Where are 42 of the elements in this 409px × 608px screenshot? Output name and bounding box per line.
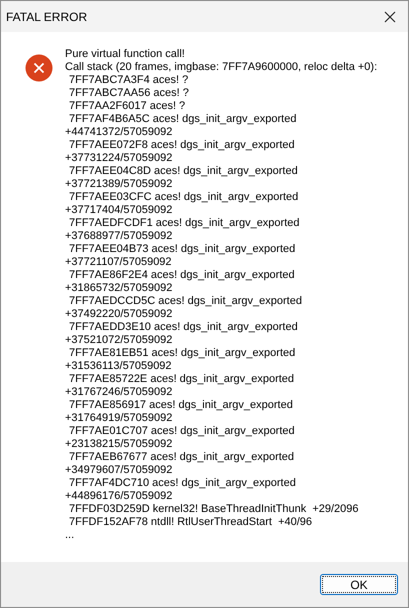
message-line: +31865732/57059092 — [65, 282, 174, 295]
message-line: 7FF7ABC7A3F4 aces! ? — [68, 74, 190, 87]
message-line: +37721389/57059092 — [65, 178, 174, 191]
message-line: 7FF7AEDD3E10 aces! dgs_init_argv_exported — [68, 321, 299, 334]
message-line: 7FF7AEE04B73 aces! dgs_init_argv_exported — [68, 243, 296, 256]
message-line: +23138215/57059092 — [65, 438, 174, 451]
message-line: 7FF7AEE04C8D aces! dgs_init_argv_exported — [68, 165, 299, 178]
message-line: 7FF7AA2F6017 aces! ? — [68, 100, 186, 113]
message-line: 7FF7AF4DC710 aces! dgs_init_argv_exported — [68, 477, 297, 490]
message-line: 7FF7AE81EB51 aces! dgs_init_argv_exported — [68, 347, 296, 360]
message-line: ... — [65, 529, 76, 542]
message-line: 7FF7AEB67677 aces! dgs_init_argv_exported — [68, 451, 296, 464]
message-line: +37521072/57059092 — [65, 334, 174, 347]
message-line: Call stack (20 frames, imgbase: 7FF7A9600000, reloc delta +0): — [65, 61, 378, 74]
message-line: 7FFDF03D259D kernel32! BaseThreadInitThunk +29/2096 — [68, 503, 360, 516]
message-line: +31536113/57059092 — [65, 360, 173, 373]
message-line: +31767246/57059092 — [65, 386, 174, 399]
message-line: +37721107/57059092 — [65, 256, 173, 269]
message-line: 7FF7AE01C707 aces! dgs_init_argv_exported — [68, 425, 296, 438]
message-line: +44896176/57059092 — [65, 490, 174, 503]
message-line: 7FF7AEDFCDF1 aces! dgs_init_argv_exported — [68, 217, 300, 230]
message-line: 7FFDF152AF78 ntdll! RtlUserThreadStart +40/96 — [68, 516, 314, 529]
message-line: 7FF7AEE03CFC aces! dgs_init_argv_exported — [68, 191, 300, 204]
message-line: +37717404/57059092 — [65, 204, 174, 217]
close-icon — [384, 10, 396, 22]
ok-button[interactable]: OK — [320, 574, 398, 595]
message-line: 7FF7AEDCCD5C aces! dgs_init_argv_exported — [68, 295, 303, 308]
message-line: Pure virtual function call! — [65, 48, 186, 61]
message-line: 7FF7AE85722E aces! dgs_init_argv_exported — [68, 373, 296, 386]
error-icon — [25, 54, 53, 82]
message-line: +37492220/57059092 — [65, 308, 174, 321]
message-line: 7FF7ABC7AA56 aces! ? — [68, 87, 190, 100]
window-title: FATAL ERROR — [6, 8, 88, 26]
message-line: 7FF7AEE072F8 aces! dgs_init_argv_exported — [68, 139, 296, 152]
message-line: +37731224/57059092 — [65, 152, 174, 165]
message-line: +37688977/57059092 — [65, 230, 174, 243]
message-line: 7FF7AE856917 aces! dgs_init_argv_exported — [68, 399, 294, 412]
message-line: +31764919/57059092 — [65, 412, 174, 425]
message-line: +34979607/57059092 — [65, 464, 174, 477]
message-line: 7FF7AE86F2E4 aces! dgs_init_argv_exported — [68, 269, 296, 282]
message-line: +44741372/57059092 — [65, 126, 174, 139]
message-line: 7FF7AF4B6A5C aces! dgs_init_argv_exported — [68, 113, 298, 126]
